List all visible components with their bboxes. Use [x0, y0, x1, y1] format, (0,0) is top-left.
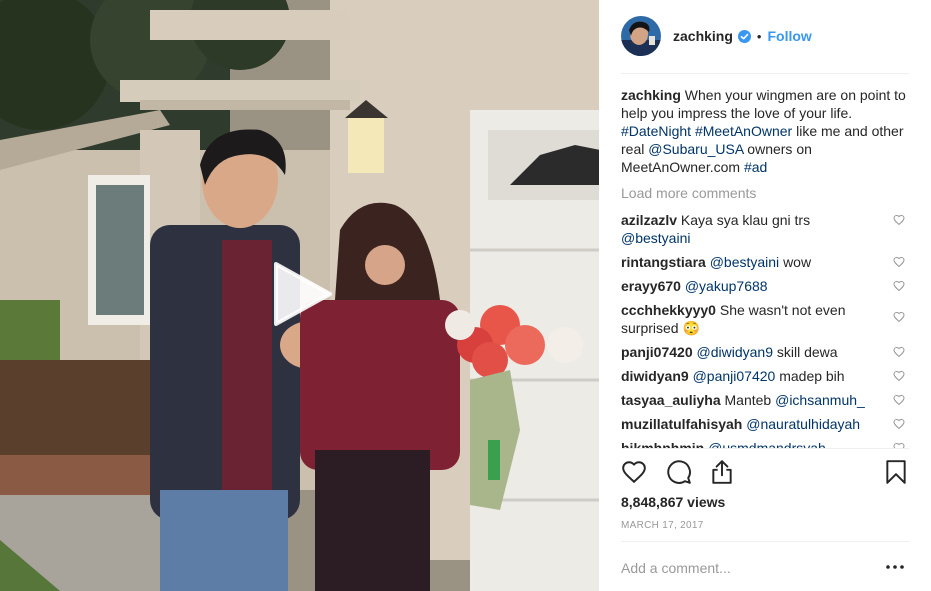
comment-item: muzillatulfahisyah @nauratulhidayah [621, 415, 909, 433]
comment-item: panji07420 @diwidyan9 skill dewa [621, 343, 909, 361]
comment-username[interactable]: azilzazlv [621, 212, 677, 228]
more-options-icon [886, 565, 904, 569]
post-action-bar [621, 459, 909, 487]
load-more-comments-button[interactable]: Load more comments [621, 185, 909, 201]
comments-divider [621, 448, 909, 449]
comment-username[interactable]: diwidyan9 [621, 368, 689, 384]
avatar-image [621, 16, 661, 56]
comment-item: rintangstiara @bestyaini wow [621, 253, 909, 271]
comment-item: ccchhekkyyy0 She wasn't not even surpris… [621, 301, 909, 337]
footer-divider [621, 541, 909, 542]
comment-like-icon[interactable] [893, 418, 905, 430]
comment-like-icon[interactable] [893, 214, 905, 226]
comment-like-icon[interactable] [893, 370, 905, 382]
mention-link[interactable]: @diwidyan9 [697, 344, 773, 360]
hashtag-link[interactable]: #ad [744, 159, 767, 175]
share-icon[interactable] [709, 459, 735, 485]
avatar[interactable] [621, 16, 661, 56]
mention-link[interactable]: @panji07420 [693, 368, 776, 384]
comment-username[interactable]: rintangstiara [621, 254, 706, 270]
comment-like-icon[interactable] [893, 394, 905, 406]
mention-link[interactable]: @bestyaini [621, 230, 690, 246]
separator-dot: • [756, 28, 762, 44]
comment-username[interactable]: ccchhekkyyy0 [621, 302, 716, 318]
post-side-panel: zachking • Follow zachking When your win… [599, 0, 931, 591]
comment-like-icon[interactable] [893, 346, 905, 358]
comment-text: skill dewa [776, 344, 838, 360]
caption-username[interactable]: zachking [621, 87, 681, 103]
post-video[interactable] [0, 0, 599, 591]
mention-link[interactable]: @usmdmandrsyah [708, 440, 826, 448]
comment-bubble-icon[interactable] [666, 459, 692, 485]
comment-text: Kaya sya klau gni trs [680, 212, 811, 228]
mention-link[interactable]: @Subaru_USA [648, 141, 743, 157]
comment-like-icon[interactable] [893, 256, 905, 268]
comment-username[interactable]: tasyaa_auliyha [621, 392, 721, 408]
more-options-button[interactable] [885, 560, 905, 574]
comment-text: Manteb [724, 392, 772, 408]
comment-item: tasyaa_auliyha Manteb @ichsanmuh_ [621, 391, 909, 409]
mention-link[interactable]: @bestyaini [710, 254, 779, 270]
mention-link[interactable]: @ichsanmuh_ [775, 392, 865, 408]
hashtag-link[interactable]: #MeetAnOwner [695, 123, 792, 139]
follow-button[interactable]: Follow [767, 28, 811, 44]
verified-badge-icon [737, 29, 751, 43]
comment-username[interactable]: panji07420 [621, 344, 693, 360]
header-divider [621, 73, 909, 74]
add-comment-input[interactable] [621, 556, 883, 580]
post-caption: zachking When your wingmen are on point … [621, 86, 909, 176]
comment-like-icon[interactable] [893, 311, 905, 323]
heart-icon[interactable] [621, 459, 647, 485]
comment-item: azilzazlv Kaya sya klau gni trs @bestyai… [621, 211, 909, 247]
comment-like-icon[interactable] [893, 280, 905, 292]
comment-username[interactable]: muzillatulfahisyah [621, 416, 742, 432]
comments-list[interactable]: zachking When your wingmen are on point … [621, 86, 909, 448]
hashtag-link[interactable]: #DateNight [621, 123, 691, 139]
view-count[interactable]: 8,848,867 views [621, 494, 725, 510]
comment-text: madep bih [779, 368, 845, 384]
flushed-face-emoji: 😳 [682, 320, 700, 336]
comment-item: diwidyan9 @panji07420 madep bih [621, 367, 909, 385]
mention-link[interactable]: @nauratulhidayah [746, 416, 860, 432]
mention-link[interactable]: @yakup7688 [685, 278, 768, 294]
post-date[interactable]: MARCH 17, 2017 [621, 520, 704, 531]
comment-item: hikmhnhmin @usmdmandrsyah [621, 439, 909, 448]
comment-username[interactable]: hikmhnhmin [621, 440, 704, 448]
comment-text: wow [783, 254, 812, 270]
play-icon [274, 262, 332, 326]
post-header: zachking • Follow [621, 14, 909, 58]
post-username[interactable]: zachking [673, 28, 733, 44]
bookmark-icon[interactable] [883, 459, 909, 485]
comment-item: erayy670 @yakup7688 [621, 277, 909, 295]
comment-username[interactable]: erayy670 [621, 278, 681, 294]
play-button[interactable] [270, 262, 334, 326]
